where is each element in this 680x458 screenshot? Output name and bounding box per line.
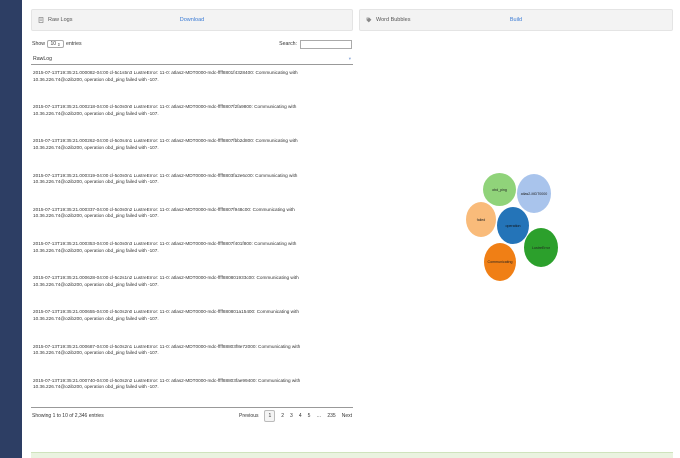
table-row: 2015-07-13T19:35:21.000655-04:00 cl-5c0s… <box>31 304 353 338</box>
page-ellipsis: … <box>316 413 322 420</box>
word-bubble[interactable]: LustreError <box>524 228 558 267</box>
table-row: 2015-07-13T19:35:21.000628-04:00 cl-5c2s… <box>31 270 353 304</box>
word-bubble[interactable]: atlas2-MDT0000 <box>517 174 551 213</box>
word-bubble[interactable]: obd_ping <box>483 173 516 206</box>
log-line: 2015-07-13T19:35:21.000655-04:00 cl-5c0s… <box>33 309 299 315</box>
table-row: 2015-07-13T19:35:21.000740-04:00 cl-5c0s… <box>31 373 353 407</box>
table-row: 2015-07-13T19:35:21.000337-04:00 cl-5c0s… <box>31 202 353 236</box>
table-row: 2015-07-13T19:35:21.000082-04:00 cl-5c1s… <box>31 65 353 99</box>
table-row: 2015-07-13T19:35:21.000687-04:00 cl-5c0s… <box>31 339 353 373</box>
log-line: 10.36.226.74@o2ib200, operation obd_ping… <box>33 213 159 219</box>
entries-label: entries <box>65 41 82 47</box>
search-label: Search: <box>279 41 297 47</box>
page-length-control: Show 10 ⇕ entries <box>32 40 82 48</box>
previous-page-button[interactable]: Previous <box>239 413 258 419</box>
log-line: 10.36.226.74@o2ib200, operation obd_ping… <box>33 144 159 150</box>
select-arrows-icon: ⇕ <box>57 41 61 47</box>
log-line: 2015-07-13T19:35:21.000319-04:00 cl-5c0s… <box>33 172 298 178</box>
bottom-status-strip <box>31 452 673 458</box>
table-controls: Show 10 ⇕ entries Search: <box>31 35 353 53</box>
pagination: Previous 1 2 3 4 5 … 235 Next <box>239 410 352 423</box>
page-button-3[interactable]: 3 <box>290 413 293 419</box>
bubble-label: operation <box>505 223 521 228</box>
table-row: 2015-07-13T19:35:21.000218-04:00 cl-5c0s… <box>31 99 353 133</box>
page-button-last[interactable]: 235 <box>327 413 335 419</box>
next-page-button[interactable]: Next <box>342 413 352 419</box>
log-line: 10.36.226.74@o2ib200, operation obd_ping… <box>33 179 159 185</box>
show-label: Show <box>32 41 45 47</box>
word-bubble[interactable]: operation <box>497 207 529 244</box>
sort-icon: ▾ <box>348 55 351 61</box>
download-button[interactable]: Download <box>32 17 352 23</box>
bubble-label: atlas2-MDT0000 <box>520 191 548 196</box>
log-line: 2015-07-13T19:35:21.000353-04:00 cl-5c0s… <box>33 240 297 246</box>
bubble-label: Communicating <box>487 260 513 264</box>
log-line: 10.36.226.74@o2ib200, operation obd_ping… <box>33 110 159 116</box>
log-line: 10.36.226.74@o2ib200, operation obd_ping… <box>33 384 159 390</box>
table-row: 2015-07-13T19:35:21.000319-04:00 cl-5c0s… <box>31 168 353 202</box>
column-header-label: RawLog <box>33 55 53 62</box>
column-header-rawlog[interactable]: RawLog ▾ <box>31 53 353 65</box>
page-button-1[interactable]: 1 <box>264 410 276 423</box>
log-line: 10.36.226.74@o2ib200, operation obd_ping… <box>33 281 159 287</box>
log-line: 10.36.226.74@o2ib200, operation obd_ping… <box>33 350 159 356</box>
log-line: 2015-07-13T19:35:21.000337-04:00 cl-5c0s… <box>33 206 295 212</box>
log-rows: 2015-07-13T19:35:21.000082-04:00 cl-5c1s… <box>31 65 353 407</box>
log-line: 10.36.226.74@o2ib200, operation obd_ping… <box>33 247 159 253</box>
word-bubbles-title: Word Bubbles <box>376 17 411 23</box>
log-line: 2015-07-13T19:35:21.000262-04:00 cl-5c0s… <box>33 138 298 144</box>
word-bubble[interactable]: Communicating <box>484 243 516 281</box>
search-control: Search: <box>279 39 352 49</box>
page-button-2[interactable]: 2 <box>281 413 284 419</box>
log-line: 10.36.226.74@o2ib200, operation obd_ping… <box>33 315 159 321</box>
bubble-label: failed <box>476 217 486 222</box>
table-row: 2015-07-13T19:35:21.000353-04:00 cl-5c0s… <box>31 236 353 270</box>
raw-logs-header: Raw Logs Download <box>31 9 353 31</box>
bubble-label: obd_ping <box>492 187 507 192</box>
page-button-4[interactable]: 4 <box>299 413 302 419</box>
search-input[interactable] <box>300 39 352 49</box>
table-row: 2015-07-13T19:35:21.000262-04:00 cl-5c0s… <box>31 133 353 167</box>
word-bubbles-panel: Word Bubbles Build obd_ping atlas2-MDT00… <box>359 9 673 451</box>
bubble-label: LustreError <box>532 245 550 250</box>
raw-logs-title: Raw Logs <box>48 17 73 23</box>
log-line: 10.36.226.74@o2ib200, operation obd_ping… <box>33 76 159 82</box>
raw-logs-panel: Raw Logs Download Show 10 ⇕ entries Sear… <box>31 9 353 451</box>
page-button-5[interactable]: 5 <box>308 413 311 419</box>
table-info: Showing 1 to 10 of 2,346 entries <box>32 413 104 420</box>
table-footer: Showing 1 to 10 of 2,346 entries Previou… <box>31 406 353 425</box>
log-line: 2015-07-13T19:35:21.000628-04:00 cl-5c2s… <box>33 275 299 281</box>
page-length-select[interactable]: 10 ⇕ <box>46 40 64 48</box>
app-sidebar <box>0 0 22 458</box>
log-line: 2015-07-13T19:35:21.000218-04:00 cl-5c0s… <box>33 104 297 110</box>
log-line: 2015-07-13T19:35:21.000740-04:00 cl-5c0s… <box>33 377 301 383</box>
page-length-value: 10 <box>50 41 57 47</box>
word-bubble[interactable]: failed <box>466 202 496 237</box>
log-line: 2015-07-13T19:35:21.000687-04:00 cl-5c0s… <box>33 343 301 349</box>
log-line: 2015-07-13T19:35:21.000082-04:00 cl-5c1s… <box>33 70 298 75</box>
bubble-cloud: obd_ping atlas2-MDT0000 failed operation… <box>359 9 673 451</box>
